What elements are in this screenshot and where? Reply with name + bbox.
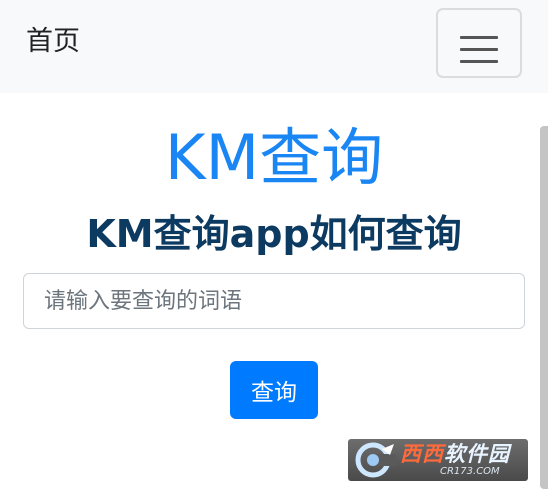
hamburger-menu-icon (460, 48, 498, 51)
watermark-brand-part1: 西西 (400, 442, 444, 466)
home-link[interactable]: 首页 (26, 24, 80, 60)
hamburger-menu-icon (460, 36, 498, 39)
top-navbar: 首页 (0, 0, 548, 93)
page-subtitle: KM查询app如何查询 (86, 212, 462, 256)
watermark-url: CR173.COM (440, 466, 500, 477)
hamburger-menu-icon (460, 60, 498, 63)
watermark-logo-icon (355, 442, 396, 478)
search-input[interactable] (23, 273, 525, 329)
site-watermark: 西西软件园 CR173.COM (348, 439, 528, 481)
watermark-brand-part2: 软件园 (444, 442, 510, 466)
navbar-toggle-button[interactable] (436, 8, 522, 78)
search-button[interactable]: 查询 (230, 361, 318, 419)
watermark-brand: 西西软件园 (400, 442, 510, 466)
page-title: KM查询 (164, 121, 384, 194)
